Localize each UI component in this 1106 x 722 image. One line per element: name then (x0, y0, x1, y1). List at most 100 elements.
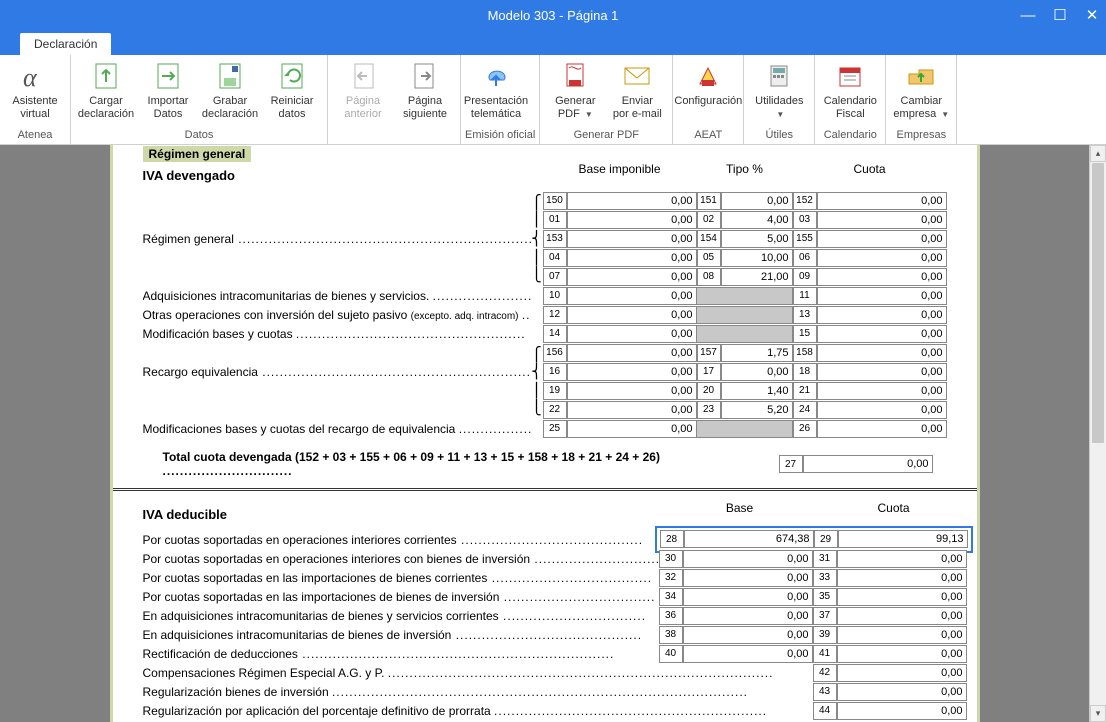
email-button[interactable]: Enviarpor e-mail (606, 57, 668, 128)
cell-shade (697, 306, 793, 324)
cell-num: 34 (659, 588, 683, 606)
cell-val[interactable]: 0,00 (817, 420, 947, 438)
cell-val[interactable]: 0,00 (837, 569, 967, 587)
cell-val[interactable]: 5,00 (721, 230, 793, 248)
telematica-button[interactable]: Presentacióntelemática (465, 57, 527, 128)
cell-num: 21 (793, 382, 817, 400)
scroll-up-icon[interactable]: ▴ (1090, 145, 1106, 162)
cell-val[interactable]: 0,00 (567, 382, 697, 400)
cell-val[interactable]: 0,00 (683, 607, 813, 625)
pag-ant-icon (347, 60, 379, 92)
cell-val[interactable]: 0,00 (721, 192, 793, 210)
cell-num: 12 (543, 306, 567, 324)
cal-button[interactable]: CalendarioFiscal (819, 57, 881, 128)
maximize-button[interactable]: ☐ (1050, 6, 1070, 24)
cell-val[interactable]: 0,00 (837, 626, 967, 644)
heading-iva-deducible: IVA deducible (143, 507, 663, 522)
cell-val[interactable]: 0,00 (817, 192, 947, 210)
cell-num: 41 (813, 645, 837, 663)
util-button[interactable]: Utilidades▼ (748, 57, 810, 128)
scroll-down-icon[interactable]: ▾ (1090, 705, 1106, 722)
cell-val[interactable]: 0,00 (817, 401, 947, 419)
cell-val[interactable]: 0,00 (817, 211, 947, 229)
cell-val[interactable]: 0,00 (683, 550, 813, 568)
cell-num: 26 (793, 420, 817, 438)
cell-val[interactable]: 0,00 (721, 363, 793, 381)
tab-declaracion[interactable]: Declaración (20, 33, 111, 55)
cell-val[interactable]: 1,40 (721, 382, 793, 400)
ribbon-group: Configuración AEAT (673, 55, 744, 144)
cargar-icon (90, 60, 122, 92)
row-label: Rectificación de deducciones ...........… (143, 647, 659, 661)
gen-pdf-button[interactable]: GenerarPDF ▼ (544, 57, 606, 128)
cell-val[interactable]: 0,00 (817, 249, 947, 267)
section-band-regimen: Régimen general (143, 146, 252, 162)
cell-val[interactable]: 0,00 (567, 249, 697, 267)
window-controls: — ☐ ✕ (1018, 0, 1102, 30)
cell-val[interactable]: 0,00 (567, 363, 697, 381)
cell-val[interactable]: 0,00 (837, 683, 967, 701)
cell-val[interactable]: 0,00 (567, 401, 697, 419)
cell-val[interactable]: 99,13 (838, 530, 968, 548)
cell-num: 28 (660, 530, 684, 548)
cell-val[interactable]: 0,00 (817, 230, 947, 248)
cell-val[interactable]: 1,75 (721, 344, 793, 362)
content-area: Régimen general IVA devengado Base impon… (0, 145, 1106, 722)
cell-num: 20 (697, 382, 721, 400)
cell-val[interactable]: 0,00 (567, 344, 697, 362)
cell-num-27: 27 (779, 455, 803, 473)
grabar-icon (214, 60, 246, 92)
row-label: En adquisiciones intracomunitarias de bi… (143, 609, 659, 623)
cell-val[interactable]: 0,00 (683, 588, 813, 606)
cell-val[interactable]: 0,00 (817, 287, 947, 305)
cell-val[interactable]: 0,00 (837, 664, 967, 682)
cell-val[interactable]: 0,00 (817, 382, 947, 400)
cell-val[interactable]: 0,00 (567, 306, 697, 324)
cargar-button[interactable]: Cargardeclaración (75, 57, 137, 128)
cell-val[interactable]: 0,00 (567, 287, 697, 305)
cell-val[interactable]: 0,00 (567, 268, 697, 286)
cell-val[interactable]: 0,00 (683, 626, 813, 644)
titlebar: Modelo 303 - Página 1 — ☐ ✕ (0, 0, 1106, 30)
cell-num: 33 (813, 569, 837, 587)
emp-button[interactable]: Cambiarempresa ▼ (890, 57, 952, 128)
close-button[interactable]: ✕ (1082, 6, 1102, 24)
cell-val[interactable]: 0,00 (817, 268, 947, 286)
config-button[interactable]: Configuración (677, 57, 739, 128)
cell-val[interactable]: 0,00 (837, 588, 967, 606)
cell-val[interactable]: 0,00 (837, 607, 967, 625)
form-row: ⎪190,00201,40210,00 (143, 381, 961, 400)
page-scroll[interactable]: Régimen general IVA devengado Base impon… (0, 145, 1089, 722)
cell-val[interactable]: 0,00 (817, 363, 947, 381)
vertical-scrollbar[interactable]: ▴ ▾ (1089, 145, 1106, 722)
cell-val[interactable]: 674,38 (684, 530, 814, 548)
grabar-button[interactable]: Grabardeclaración (199, 57, 261, 128)
cell-val[interactable]: 0,00 (567, 230, 697, 248)
cell-val[interactable]: 0,00 (567, 192, 697, 210)
cell-val[interactable]: 0,00 (817, 344, 947, 362)
cell-val[interactable]: 0,00 (567, 325, 697, 343)
cell-val[interactable]: 0,00 (837, 550, 967, 568)
cell-val[interactable]: 0,00 (683, 645, 813, 663)
minimize-button[interactable]: — (1018, 7, 1038, 24)
cell-val[interactable]: 0,00 (683, 569, 813, 587)
cell-val[interactable]: 10,00 (721, 249, 793, 267)
importar-button[interactable]: ImportarDatos (137, 57, 199, 128)
cell-val[interactable]: 0,00 (567, 211, 697, 229)
cell-val[interactable]: 21,00 (721, 268, 793, 286)
cell-val[interactable]: 0,00 (567, 420, 697, 438)
cell-num: 44 (813, 702, 837, 720)
cell-num: 04 (543, 249, 567, 267)
asistente-button[interactable]: αAsistentevirtual (4, 57, 66, 128)
cell-val[interactable]: 0,00 (817, 325, 947, 343)
row-label: Compensaciones Régimen Especial A.G. y P… (143, 666, 813, 680)
pag-sig-button[interactable]: Páginasiguiente (394, 57, 456, 128)
cell-val[interactable]: 0,00 (837, 702, 967, 720)
cell-val[interactable]: 4,00 (721, 211, 793, 229)
reiniciar-button[interactable]: Reiniciardatos (261, 57, 323, 128)
cell-val[interactable]: 0,00 (817, 306, 947, 324)
cell-val-27[interactable]: 0,00 (803, 455, 933, 473)
scroll-thumb[interactable] (1092, 163, 1104, 443)
cell-val[interactable]: 5,20 (721, 401, 793, 419)
cell-val[interactable]: 0,00 (837, 645, 967, 663)
